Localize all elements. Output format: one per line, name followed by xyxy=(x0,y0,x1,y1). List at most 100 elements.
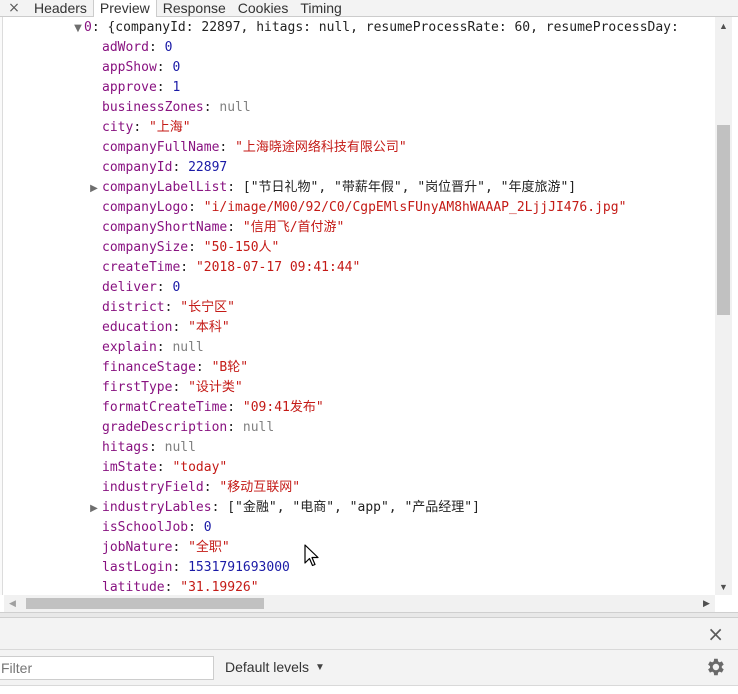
console-toolbar: Default levels ▼ xyxy=(0,650,738,686)
entry-key: deliver xyxy=(102,280,157,295)
tree-entry-row[interactable]: businessZones: null xyxy=(102,98,251,118)
entry-value: ["金融", "电商", "app", "产品经理"] xyxy=(227,500,480,515)
tab-response[interactable]: Response xyxy=(157,0,232,16)
vertical-scrollbar[interactable]: ▲ ▼ xyxy=(715,17,732,595)
tree-entry-row[interactable]: firstType: "设计类" xyxy=(102,378,243,398)
entry-key: lastLogin xyxy=(102,560,173,575)
entry-key: formatCreateTime xyxy=(102,400,228,415)
entry-key: latitude xyxy=(102,580,165,595)
collapsed-triangle-icon[interactable]: ▶ xyxy=(88,179,100,199)
horizontal-scroll-thumb[interactable] xyxy=(26,598,264,609)
entry-value: "50-150人" xyxy=(203,240,280,255)
entry-key: hitags xyxy=(102,440,149,455)
tree-entry-row[interactable]: district: "长宁区" xyxy=(102,298,235,318)
scroll-down-arrow-icon[interactable]: ▼ xyxy=(715,578,732,595)
console-filter-input[interactable] xyxy=(0,656,214,680)
entry-value: "2018-07-17 09:41:44" xyxy=(195,260,361,275)
entry-value: 0 xyxy=(172,60,181,75)
root-summary: {companyId: 22897, hitags: null, resumeP… xyxy=(107,20,679,35)
entry-key: companyShortName xyxy=(102,220,228,235)
tree-entry-row[interactable]: companySize: "50-150人" xyxy=(102,238,279,258)
entry-value: "i/image/M00/92/C0/CgpEMlsFUnyAM8hWAAAP_… xyxy=(203,200,627,215)
tab-preview[interactable]: Preview xyxy=(92,0,157,17)
scroll-right-arrow-icon[interactable]: ▶ xyxy=(698,595,715,612)
scroll-up-arrow-icon[interactable]: ▲ xyxy=(715,17,732,34)
entry-key: financeStage xyxy=(102,360,196,375)
entry-key: approve xyxy=(102,80,157,95)
entry-value: null xyxy=(172,340,204,355)
tree-entry-row[interactable]: ▶ industryLables: ["金融", "电商", "app", "产品… xyxy=(88,498,480,518)
entry-key: companyLogo xyxy=(102,200,189,215)
tree-entry-row[interactable]: hitags: null xyxy=(102,438,196,458)
entry-key: education xyxy=(102,320,173,335)
tree-entry-row[interactable]: companyShortName: "信用飞/首付游" xyxy=(102,218,344,238)
entry-value: null xyxy=(164,440,196,455)
tree-entry-row[interactable]: formatCreateTime: "09:41发布" xyxy=(102,398,324,418)
tree-entry-row[interactable]: industryField: "移动互联网" xyxy=(102,478,300,498)
default-levels-dropdown[interactable]: Default levels ▼ xyxy=(225,659,325,675)
entry-key: explain xyxy=(102,340,157,355)
entry-value: 0 xyxy=(172,280,181,295)
tab-cookies[interactable]: Cookies xyxy=(232,0,295,16)
tree-entry-row[interactable]: isSchoolJob: 0 xyxy=(102,518,212,538)
json-preview-tree: ▼ 0: {companyId: 22897, hitags: null, res… xyxy=(4,18,715,595)
tab-headers[interactable]: Headers xyxy=(28,0,93,16)
entry-key: jobNature xyxy=(102,540,173,555)
close-icon[interactable]: × xyxy=(0,0,28,16)
tree-entry-row[interactable]: companyId: 22897 xyxy=(102,158,227,178)
tree-entry-row[interactable]: lastLogin: 1531791693000 xyxy=(102,558,290,578)
entry-value: null xyxy=(219,100,251,115)
entry-key: companyFullName xyxy=(102,140,220,155)
entry-value: "移动互联网" xyxy=(219,480,301,495)
entry-value: "上海" xyxy=(148,120,191,135)
tree-entry-row[interactable]: appShow: 0 xyxy=(102,58,180,78)
entry-key: createTime xyxy=(102,260,181,275)
tree-entry-row[interactable]: jobNature: "全职" xyxy=(102,538,230,558)
entry-key: city xyxy=(102,120,134,135)
entry-value: "31.19926" xyxy=(180,580,259,595)
entry-value: "信用飞/首付游" xyxy=(242,220,345,235)
tree-entry-row[interactable]: latitude: "31.19926" xyxy=(102,578,259,595)
tab-timing[interactable]: Timing xyxy=(294,0,348,16)
mouse-pointer-icon xyxy=(304,544,319,567)
entry-value: 0 xyxy=(164,40,173,55)
entry-key: companyLabelList xyxy=(102,180,228,195)
root-index: 0 xyxy=(84,20,92,35)
entry-value: "设计类" xyxy=(188,380,243,395)
entry-key: firstType xyxy=(102,380,173,395)
tree-entry-row[interactable]: ▶ companyLabelList: ["节日礼物", "带薪年假", "岗位晋… xyxy=(88,178,576,198)
expanded-triangle-icon[interactable]: ▼ xyxy=(72,19,84,39)
tree-entry-row[interactable]: createTime: "2018-07-17 09:41:44" xyxy=(102,258,360,278)
tree-entry-row[interactable]: explain: null xyxy=(102,338,204,358)
entry-value: null xyxy=(242,420,275,435)
levels-label: Default levels xyxy=(225,659,310,675)
entry-value: "B轮" xyxy=(211,360,249,375)
entry-value: "上海晓途网络科技有限公司" xyxy=(235,140,407,155)
collapsed-triangle-icon[interactable]: ▶ xyxy=(88,499,100,519)
tree-entry-row[interactable]: city: "上海" xyxy=(102,118,191,138)
tree-entry-row[interactable]: gradeDescription: null xyxy=(102,418,274,438)
tree-entry-row[interactable]: deliver: 0 xyxy=(102,278,180,298)
horizontal-scrollbar[interactable]: ◀ ▶ xyxy=(4,595,715,612)
entry-key: adWord xyxy=(102,40,149,55)
vertical-scroll-thumb[interactable] xyxy=(717,125,730,315)
entry-value: 22897 xyxy=(188,160,228,175)
tree-entry-row[interactable]: financeStage: "B轮" xyxy=(102,358,248,378)
gear-icon[interactable] xyxy=(704,656,726,678)
tree-entry-row[interactable]: adWord: 0 xyxy=(102,38,172,58)
entry-key: companySize xyxy=(102,240,189,255)
entry-key: appShow xyxy=(102,60,157,75)
tree-entry-row[interactable]: companyFullName: "上海晓途网络科技有限公司" xyxy=(102,138,407,158)
entry-key: companyId xyxy=(102,160,173,175)
entry-value: "长宁区" xyxy=(180,300,235,315)
tree-entry-row[interactable]: companyLogo: "i/image/M00/92/C0/CgpEMlsF… xyxy=(102,198,626,218)
tree-entry-row[interactable]: approve: 1 xyxy=(102,78,180,98)
tree-entry-row[interactable]: imState: "today" xyxy=(102,458,227,478)
tree-entry-row[interactable]: education: "本科" xyxy=(102,318,230,338)
drawer-close-icon[interactable]: × xyxy=(707,622,724,646)
entry-key: industryLables xyxy=(102,500,212,515)
entry-key: isSchoolJob xyxy=(102,520,189,535)
tree-root-row[interactable]: ▼ 0: {companyId: 22897, hitags: null, res… xyxy=(72,18,679,38)
entry-key: district xyxy=(102,300,165,315)
scroll-left-arrow-icon[interactable]: ◀ xyxy=(4,595,21,612)
